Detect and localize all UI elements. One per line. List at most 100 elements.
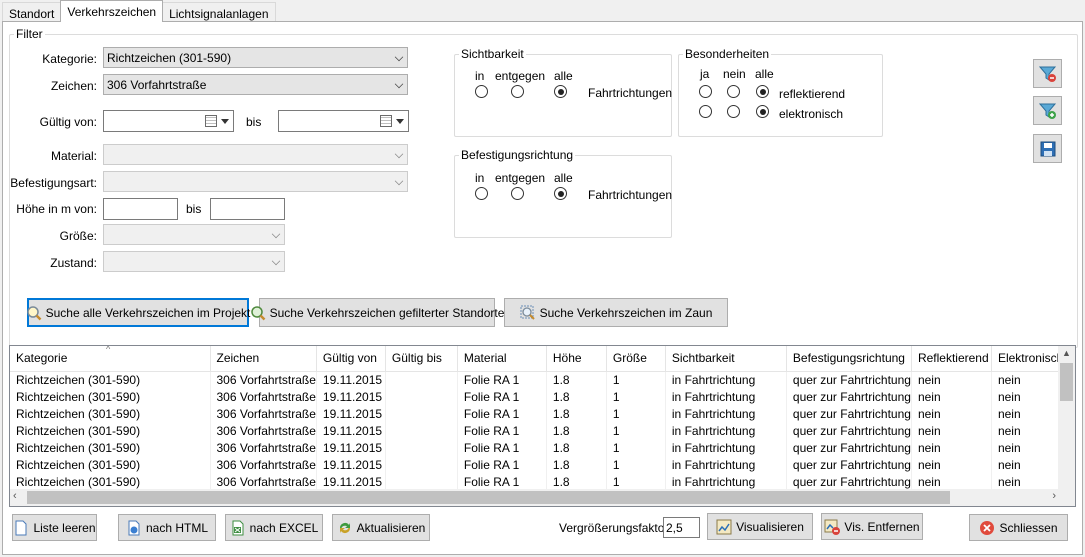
table-cell: 1.8 xyxy=(546,422,607,439)
table-row[interactable]: Richtzeichen (301-590) 306 Vorfahrtstraße… xyxy=(10,422,1072,439)
table-cell: Richtzeichen (301-590) xyxy=(10,405,211,422)
sichtbarkeit-entgegen-radio[interactable] xyxy=(511,85,524,98)
scroll-up-icon[interactable]: ▲ xyxy=(1062,348,1071,358)
visualisieren-button[interactable]: Visualisieren xyxy=(707,513,813,540)
blank-page-icon xyxy=(15,520,27,535)
save-filter-button[interactable] xyxy=(1033,134,1062,163)
vis-entfernen-label: Vis. Entfernen xyxy=(844,519,920,534)
table-cell: 19.11.2015 xyxy=(316,439,386,456)
nach-excel-button[interactable]: nach EXCEL xyxy=(225,514,323,541)
suche-zaun-button[interactable]: Suche Verkehrszeichen im Zaun xyxy=(504,298,728,327)
befestigungsrichtung-entgegen-radio[interactable] xyxy=(511,187,524,200)
schliessen-button[interactable]: Schliessen xyxy=(969,514,1068,541)
vis-entfernen-button[interactable]: Vis. Entfernen xyxy=(821,513,923,540)
zoom-input[interactable]: 2,5 xyxy=(663,517,700,538)
gueltig-von-date[interactable] xyxy=(103,110,234,132)
table-cell: 1 xyxy=(606,456,666,473)
table-cell xyxy=(385,405,458,422)
suche-alle-button[interactable]: Suche alle Verkehrszeichen im Projekt xyxy=(26,298,250,327)
column-header-gueltig-bis[interactable]: Gültig bis xyxy=(385,346,458,372)
elektronisch-nein-radio[interactable] xyxy=(727,105,740,118)
filter-remove-button[interactable] xyxy=(1033,59,1062,88)
table-cell: nein xyxy=(911,422,992,439)
hoehe-bis-input[interactable] xyxy=(210,198,285,220)
zoom-label: Vergrößerungsfaktor xyxy=(559,521,669,535)
reflektierend-alle-radio[interactable] xyxy=(756,85,769,98)
calendar-icon xyxy=(380,115,392,127)
sichtbarkeit-alle-radio[interactable] xyxy=(554,85,567,98)
column-header-material[interactable]: Material xyxy=(457,346,547,372)
table-cell: 1 xyxy=(606,473,666,490)
gueltig-bis-date[interactable] xyxy=(278,110,409,132)
table-cell: quer zur Fahrtrichtung xyxy=(786,456,912,473)
magnifier-fence-icon xyxy=(520,305,535,320)
chevron-down-icon xyxy=(394,149,404,159)
elektronisch-alle-radio[interactable] xyxy=(756,105,769,118)
column-header-befestigungsrichtung[interactable]: Befestigungsrichtung xyxy=(786,346,912,372)
table-cell: nein xyxy=(911,473,992,490)
table-cell: in Fahrtrichtung xyxy=(665,456,787,473)
reflektierend-nein-radio[interactable] xyxy=(727,85,740,98)
material-select[interactable] xyxy=(103,144,408,165)
table-cell: Folie RA 1 xyxy=(457,371,547,388)
zeichen-select[interactable]: 306 Vorfahrtstraße xyxy=(103,74,408,95)
column-header-groesse[interactable]: Größe xyxy=(606,346,666,372)
dropdown-arrow-icon xyxy=(396,119,404,124)
column-header-sichtbarkeit[interactable]: Sichtbarkeit xyxy=(665,346,787,372)
magnifier-filter-icon xyxy=(250,305,265,320)
sichtbarkeit-in-radio[interactable] xyxy=(475,85,488,98)
reflektierend-ja-radio[interactable] xyxy=(699,85,712,98)
filter-add-button[interactable] xyxy=(1033,96,1062,125)
scroll-left-icon[interactable]: ‹ xyxy=(13,490,17,502)
table-row[interactable]: Richtzeichen (301-590) 306 Vorfahrtstraße… xyxy=(10,439,1072,456)
liste-leeren-button[interactable]: Liste leeren xyxy=(12,514,97,541)
hoehe-von-input[interactable] xyxy=(103,198,178,220)
chevron-down-icon xyxy=(271,256,281,266)
zustand-select[interactable] xyxy=(103,251,285,272)
table-cell: quer zur Fahrtrichtung xyxy=(786,422,912,439)
tab-verkehrszeichen[interactable]: Verkehrszeichen xyxy=(60,0,164,22)
chevron-down-icon xyxy=(394,79,404,89)
column-header-reflektierend[interactable]: Reflektierend xyxy=(911,346,992,372)
filter-legend: Filter xyxy=(16,27,43,41)
befestigungsrichtung-alle-radio[interactable] xyxy=(554,187,567,200)
column-header-kategorie[interactable]: Kategorie ^ xyxy=(10,346,211,372)
table-cell: 306 Vorfahrtstraße xyxy=(210,371,317,388)
tab-lichtsignalanlagen[interactable]: Lichtsignalanlagen xyxy=(162,2,276,22)
kategorie-select[interactable]: Richtzeichen (301-590) xyxy=(103,47,408,68)
table-row[interactable]: Richtzeichen (301-590) 306 Vorfahrtstraße… xyxy=(10,473,1072,490)
groesse-select[interactable] xyxy=(103,224,285,245)
table-header-row: Kategorie ^ Zeichen Gültig von Gültig bis… xyxy=(10,346,1072,372)
results-table[interactable]: Kategorie ^ Zeichen Gültig von Gültig bis… xyxy=(9,345,1076,507)
vertical-scrollbar[interactable]: ▲ xyxy=(1058,346,1075,490)
horizontal-scrollbar[interactable]: ‹ › xyxy=(10,489,1059,506)
tab-standort[interactable]: Standort xyxy=(2,2,62,22)
table-cell: 1 xyxy=(606,371,666,388)
befestigungsart-select[interactable] xyxy=(103,171,408,192)
aktualisieren-button[interactable]: Aktualisieren xyxy=(332,514,430,541)
table-cell: 1.8 xyxy=(546,371,607,388)
table-cell: quer zur Fahrtrichtung xyxy=(786,439,912,456)
column-header-zeichen[interactable]: Zeichen xyxy=(210,346,317,372)
table-row[interactable]: Richtzeichen (301-590) 306 Vorfahrtstraße… xyxy=(10,388,1072,405)
table-cell: in Fahrtrichtung xyxy=(665,422,787,439)
table-row[interactable]: Richtzeichen (301-590) 306 Vorfahrtstraße… xyxy=(10,371,1072,388)
column-header-gueltig-von[interactable]: Gültig von xyxy=(316,346,386,372)
suche-gefiltert-button[interactable]: Suche Verkehrszeichen gefilterter Stando… xyxy=(250,298,504,327)
horizontal-scroll-thumb[interactable] xyxy=(27,491,950,504)
befestigungsrichtung-entgegen-label: entgegen xyxy=(495,171,546,185)
nach-excel-label: nach EXCEL xyxy=(249,520,319,535)
nach-html-button[interactable]: nach HTML xyxy=(118,514,216,541)
scroll-right-icon[interactable]: › xyxy=(1052,490,1056,502)
table-cell: 1.8 xyxy=(546,439,607,456)
table-cell: in Fahrtrichtung xyxy=(665,473,787,490)
column-header-hoehe[interactable]: Höhe xyxy=(546,346,607,372)
befestigungsrichtung-in-radio[interactable] xyxy=(475,187,488,200)
vertical-scroll-thumb[interactable] xyxy=(1060,363,1073,401)
tab-bar: Standort Verkehrszeichen Lichtsignalanla… xyxy=(2,0,276,22)
elektronisch-ja-radio[interactable] xyxy=(699,105,712,118)
table-row[interactable]: Richtzeichen (301-590) 306 Vorfahrtstraße… xyxy=(10,456,1072,473)
table-cell: 19.11.2015 xyxy=(316,456,386,473)
table-row[interactable]: Richtzeichen (301-590) 306 Vorfahrtstraße… xyxy=(10,405,1072,422)
besonderheiten-legend: Besonderheiten xyxy=(685,47,770,61)
